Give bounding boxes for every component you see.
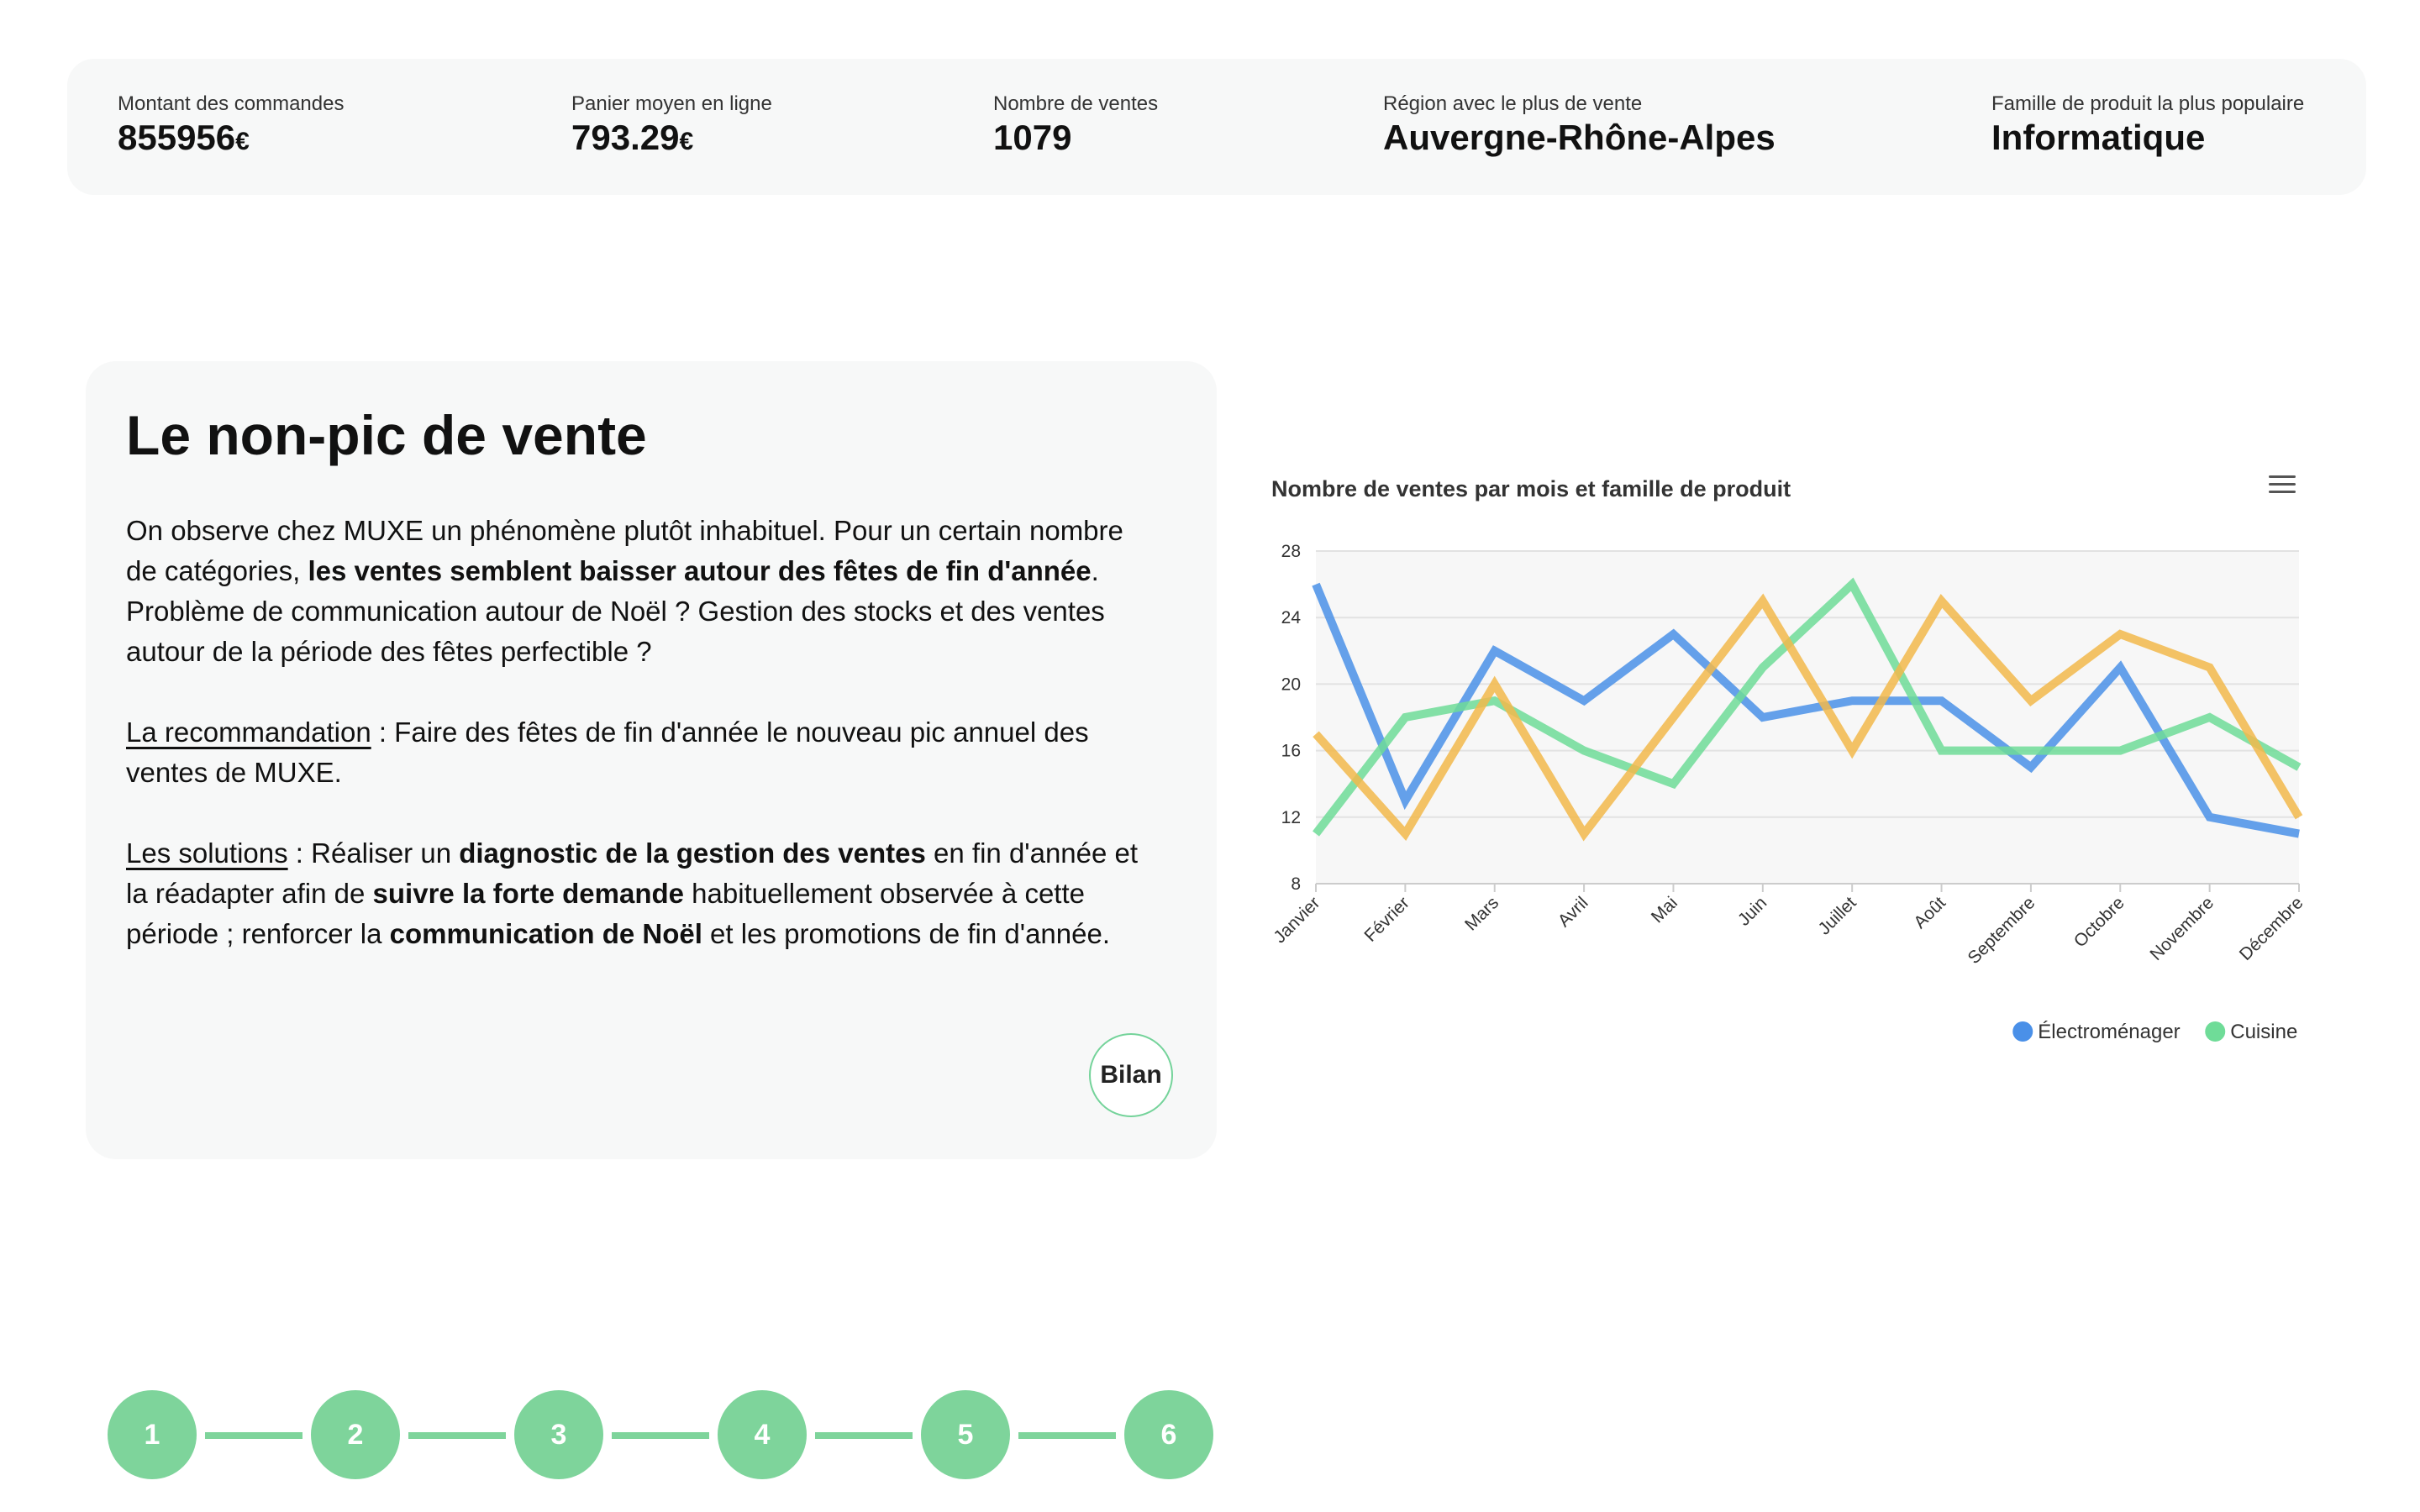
x-tick-label: Janvier — [1270, 893, 1323, 947]
x-tick-label: Avril — [1555, 893, 1592, 931]
y-tick-label: 12 — [1281, 808, 1301, 827]
step-connector — [205, 1432, 302, 1439]
x-tick-label: Juin — [1734, 893, 1771, 930]
kpi-sales-count: Nombre de ventes 1079 — [993, 92, 1158, 158]
y-tick-label: 28 — [1281, 542, 1301, 561]
kpi-order-total: Montant des commandes 855956€ — [118, 92, 344, 158]
x-tick-label: Août — [1910, 893, 1949, 932]
step-navigation: 1 2 3 4 5 6 — [108, 1390, 1213, 1483]
x-tick-label: Décembre — [2236, 893, 2307, 964]
step-connector — [815, 1432, 913, 1439]
card-body: On observe chez MUXE un phénomène plutôt… — [126, 511, 1160, 995]
step-5-button[interactable]: 5 — [921, 1390, 1010, 1479]
y-tick-label: 20 — [1281, 675, 1301, 694]
y-tick-label: 8 — [1291, 874, 1301, 894]
kpi-value: 1079 — [993, 118, 1072, 157]
step-3-button[interactable]: 3 — [514, 1390, 603, 1479]
hamburger-menu-icon[interactable] — [2269, 475, 2296, 496]
legend-marker — [2205, 1021, 2226, 1042]
x-tick-label: Mars — [1461, 893, 1502, 934]
y-tick-label: 24 — [1281, 608, 1302, 627]
kpi-label: Panier moyen en ligne — [571, 92, 772, 115]
step-connector — [1018, 1432, 1116, 1439]
card-title: Le non-pic de vente — [126, 404, 647, 466]
chart-title: Nombre de ventes par mois et famille de … — [1271, 476, 1791, 501]
legend-label: Électroménager — [2038, 1021, 2180, 1043]
kpi-value: 855956€ — [118, 118, 250, 157]
kpi-bar: Montant des commandes 855956€ Panier moy… — [67, 59, 2366, 195]
step-connector — [408, 1432, 506, 1439]
kpi-value: Informatique — [1991, 118, 2206, 157]
solutions-label: Les solutions — [126, 837, 288, 869]
step-6-button[interactable]: 6 — [1124, 1390, 1213, 1479]
recommendation-label: La recommandation — [126, 717, 371, 748]
legend-label: Cuisine — [2230, 1021, 2297, 1043]
step-1-button[interactable]: 1 — [108, 1390, 197, 1479]
sales-chart: Nombre de ventes par mois et famille de … — [1260, 454, 2420, 1075]
x-tick-label: Octobre — [2070, 893, 2128, 951]
recommendation-paragraph: La recommandation : Faire des fêtes de f… — [126, 717, 1089, 788]
y-tick-label: 16 — [1281, 742, 1301, 761]
x-tick-label: Février — [1360, 893, 1413, 945]
observation-paragraph: On observe chez MUXE un phénomène plutôt… — [126, 515, 1123, 667]
kpi-label: Région avec le plus de vente — [1383, 92, 1643, 115]
solutions-paragraph: Les solutions : Réaliser un diagnostic d… — [126, 837, 1139, 949]
insight-card: Le non-pic de vente On observe chez MUXE… — [86, 361, 1217, 1159]
kpi-value: 793.29€ — [571, 118, 694, 157]
kpi-value: Auvergne-Rhône-Alpes — [1383, 118, 1776, 157]
kpi-label: Nombre de ventes — [993, 92, 1159, 115]
x-tick-label: Mai — [1648, 893, 1681, 927]
line-chart-svg: Nombre de ventes par mois et famille de … — [1270, 476, 2420, 1043]
legend-marker — [2012, 1021, 2033, 1042]
step-connector — [612, 1432, 709, 1439]
kpi-average-basket: Panier moyen en ligne 793.29€ — [571, 92, 772, 158]
kpi-top-family: Famille de produit la plus populaire Inf… — [1991, 92, 2304, 158]
kpi-label: Famille de produit la plus populaire — [1991, 92, 2305, 115]
step-2-button[interactable]: 2 — [311, 1390, 400, 1479]
x-tick-label: Juillet — [1814, 893, 1860, 938]
step-4-button[interactable]: 4 — [718, 1390, 807, 1479]
bilan-button[interactable]: Bilan — [1089, 1033, 1173, 1117]
x-tick-label: Septembre — [1965, 893, 2039, 968]
kpi-label: Montant des commandes — [118, 92, 345, 115]
kpi-top-region: Région avec le plus de vente Auvergne-Rh… — [1383, 92, 1776, 158]
x-tick-label: Novembre — [2146, 893, 2217, 964]
